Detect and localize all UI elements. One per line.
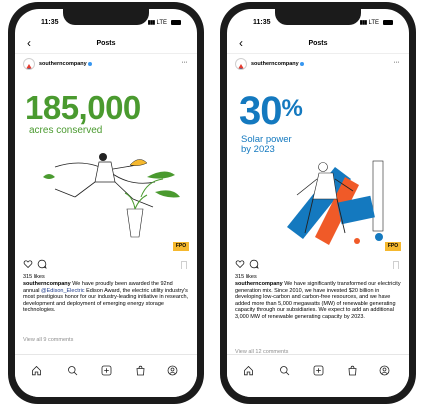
phone-mockup-right: 11:35 ▮▮▮ LTE ‹ Posts southerncompany ··… [220, 2, 416, 404]
solar-illustration [287, 160, 384, 245]
comment-bubble-icon[interactable] [37, 259, 47, 269]
caption-text: We have significantly transformed our el… [235, 281, 401, 320]
post-actions [227, 259, 409, 273]
caption-username[interactable]: southerncompany [235, 281, 283, 287]
view-comments-link[interactable]: View all 9 comments [23, 337, 73, 343]
bookmark-icon[interactable] [181, 261, 187, 269]
search-icon[interactable] [65, 363, 79, 377]
conservation-illustration [43, 153, 180, 238]
home-icon[interactable] [29, 363, 43, 377]
post-image[interactable]: 185,000 acres conserved FPO [15, 73, 197, 257]
post-username[interactable]: southerncompany [251, 61, 304, 67]
status-time: 11:35 [41, 19, 59, 26]
phone-notch [63, 9, 149, 25]
post-header: southerncompany ··· [15, 53, 197, 74]
post-username[interactable]: southerncompany [39, 61, 92, 67]
post-image[interactable]: 30% Solar power by 2023 FPO [227, 73, 409, 257]
status-bar: 11:35 ▮▮▮ LTE [227, 9, 409, 33]
add-post-icon[interactable] [311, 363, 325, 377]
comparison-canvas: 11:35 ▮▮▮ LTE ‹ Posts southerncompany ··… [0, 0, 423, 407]
like-count[interactable]: 315 likes [235, 274, 257, 280]
profile-icon[interactable] [377, 363, 391, 377]
phone-mockup-left: 11:35 ▮▮▮ LTE ‹ Posts southerncompany ··… [8, 2, 204, 404]
shop-bag-icon[interactable] [345, 363, 359, 377]
phone-screen: 11:35 ▮▮▮ LTE ‹ Posts southerncompany ··… [15, 9, 197, 397]
more-dots-icon[interactable]: ··· [394, 59, 400, 66]
home-icon[interactable] [241, 363, 255, 377]
stat-value: 30 [239, 89, 282, 133]
network-label: LTE [368, 19, 379, 26]
caption-mention[interactable]: @Edison_Electric [41, 288, 85, 294]
avatar[interactable] [235, 58, 247, 70]
post-caption: southerncompany We have significantly tr… [235, 281, 401, 321]
verified-icon [87, 61, 92, 66]
nav-bar: ‹ Posts [227, 35, 409, 53]
fpo-badge: FPO [385, 242, 401, 251]
comment-bubble-icon[interactable] [249, 259, 259, 269]
stat-number: 30% [239, 89, 303, 133]
post-caption: southerncompany We have proudly been awa… [23, 281, 189, 314]
more-dots-icon[interactable]: ··· [182, 59, 188, 66]
network-label: LTE [156, 19, 167, 26]
page-title: Posts [308, 40, 328, 47]
add-post-icon[interactable] [99, 363, 113, 377]
page-title: Posts [96, 40, 116, 47]
verified-icon [299, 61, 304, 66]
status-icons: ▮▮▮ LTE [360, 19, 393, 26]
heart-icon[interactable] [235, 259, 245, 269]
southern-company-logo-icon [25, 64, 33, 69]
signal-icon: ▮▮▮ [359, 20, 368, 26]
bookmark-icon[interactable] [393, 261, 399, 269]
bottom-tab-bar [15, 354, 197, 397]
profile-icon[interactable] [165, 363, 179, 377]
stat-unit: % [281, 95, 303, 122]
bottom-tab-bar [227, 354, 409, 397]
phone-notch [275, 9, 361, 25]
shop-bag-icon[interactable] [133, 363, 147, 377]
status-icons: ▮▮▮ LTE [148, 19, 181, 26]
status-time: 11:35 [253, 19, 271, 26]
post-header: southerncompany ··· [227, 53, 409, 74]
battery-icon [383, 20, 393, 25]
status-bar: 11:35 ▮▮▮ LTE [15, 9, 197, 33]
stat-subtitle: acres conserved [29, 125, 103, 136]
post-actions [15, 259, 197, 273]
caption-username[interactable]: southerncompany [23, 281, 71, 287]
search-icon[interactable] [277, 363, 291, 377]
stat-number: 185,000 [25, 89, 141, 126]
heart-icon[interactable] [23, 259, 33, 269]
nav-bar: ‹ Posts [15, 35, 197, 53]
like-count[interactable]: 315 likes [23, 274, 45, 280]
fpo-badge: FPO [173, 242, 189, 251]
avatar[interactable] [23, 58, 35, 70]
phone-screen: 11:35 ▮▮▮ LTE ‹ Posts southerncompany ··… [227, 9, 409, 397]
battery-icon [171, 20, 181, 25]
southern-company-logo-icon [237, 64, 245, 69]
signal-icon: ▮▮▮ [147, 20, 156, 26]
